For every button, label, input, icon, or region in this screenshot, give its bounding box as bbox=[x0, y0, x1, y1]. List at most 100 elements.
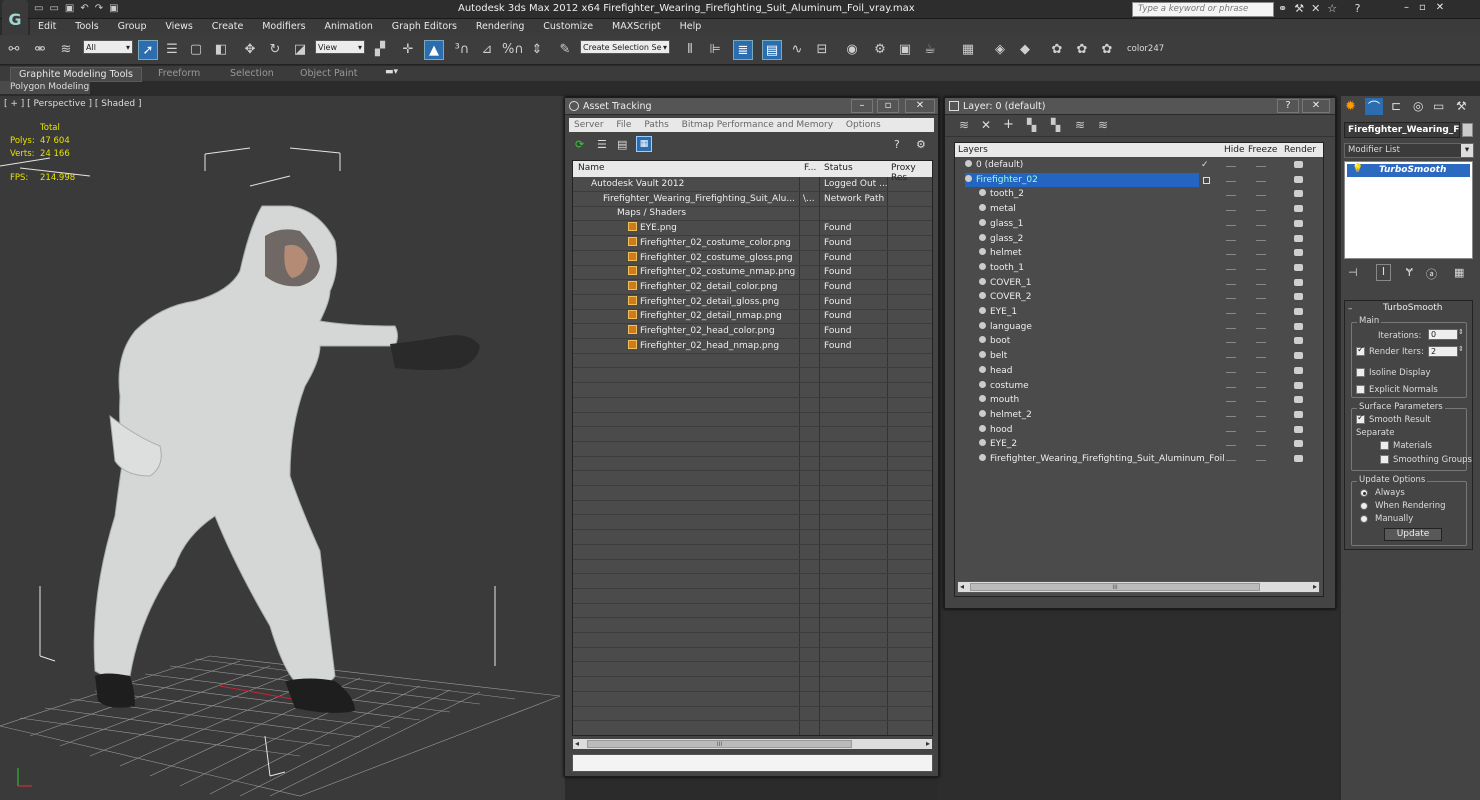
smoothing-groups-checkbox[interactable] bbox=[1380, 455, 1389, 464]
table-row[interactable]: Firefighter_02_costume_nmap.png Found bbox=[573, 265, 932, 281]
motion-tab-icon[interactable]: ◎ bbox=[1413, 99, 1423, 113]
column-layers[interactable]: Layers bbox=[958, 145, 988, 155]
create-tab-icon[interactable]: ✹ bbox=[1345, 99, 1356, 114]
scroll-left-icon[interactable]: ◂ bbox=[960, 582, 964, 591]
delete-layer-icon[interactable]: ✕ bbox=[981, 118, 991, 132]
freeze-toggle[interactable] bbox=[1256, 460, 1266, 461]
render-teapot-icon[interactable] bbox=[1294, 396, 1303, 404]
rectangular-selection-icon[interactable]: ▢ bbox=[186, 40, 206, 60]
chevron-down-icon[interactable]: ▾ bbox=[1461, 144, 1473, 157]
layer-row[interactable]: hood bbox=[955, 423, 1323, 438]
manually-radio[interactable] bbox=[1360, 515, 1368, 523]
minimize-icon[interactable]: – bbox=[851, 99, 873, 113]
vray-icon-1[interactable]: ▦ bbox=[958, 40, 978, 60]
column-name[interactable]: Name bbox=[578, 163, 605, 173]
layer-row[interactable]: glass_1 bbox=[955, 217, 1323, 232]
render-teapot-icon[interactable] bbox=[1294, 263, 1303, 271]
create-layer-icon[interactable]: ≋ bbox=[959, 118, 969, 132]
select-by-name-icon[interactable]: ☰ bbox=[162, 40, 182, 60]
freeze-all-layers-icon[interactable]: ≋ bbox=[1098, 118, 1108, 132]
graphite-toggle-icon[interactable]: ▤ bbox=[762, 40, 782, 60]
current-layer-box-icon[interactable] bbox=[1203, 176, 1210, 184]
menu-help[interactable]: Help bbox=[672, 19, 710, 34]
table-row[interactable]: Autodesk Vault 2012 Logged Out ... bbox=[573, 177, 932, 192]
asset-horizontal-scrollbar[interactable]: ◂ III ▸ bbox=[572, 738, 933, 750]
hide-toggle[interactable] bbox=[1226, 460, 1236, 461]
render-teapot-icon[interactable] bbox=[1294, 293, 1303, 301]
hide-toggle[interactable] bbox=[1226, 371, 1236, 373]
render-teapot-icon[interactable] bbox=[1294, 175, 1303, 183]
menu-modifiers[interactable]: Modifiers bbox=[254, 19, 313, 34]
vray-icon-2[interactable]: ◈ bbox=[990, 40, 1010, 60]
hide-toggle[interactable] bbox=[1226, 430, 1236, 432]
hide-toggle[interactable] bbox=[1226, 268, 1236, 270]
layer-row[interactable]: language bbox=[955, 320, 1323, 335]
render-teapot-icon[interactable] bbox=[1294, 410, 1303, 418]
hide-toggle[interactable] bbox=[1226, 298, 1236, 300]
explicit-normals-checkbox[interactable] bbox=[1356, 385, 1365, 394]
menu-create[interactable]: Create bbox=[204, 19, 252, 34]
perspective-viewport[interactable]: [ + ] [ Perspective ] [ Shaded ] Total P… bbox=[0, 96, 565, 800]
active-layer-check-icon[interactable]: ✓ bbox=[1201, 158, 1209, 172]
select-object-icon[interactable]: ➚ bbox=[138, 40, 158, 60]
freeze-toggle[interactable] bbox=[1256, 342, 1266, 344]
maximize-icon[interactable]: ▫ bbox=[877, 99, 899, 113]
menu-tools[interactable]: Tools bbox=[67, 19, 106, 34]
pin-stack-icon[interactable]: ⊣ bbox=[1348, 266, 1358, 279]
freeze-toggle[interactable] bbox=[1256, 283, 1266, 285]
freeze-toggle[interactable] bbox=[1256, 166, 1266, 167]
rollout-title[interactable]: TurboSmooth bbox=[1383, 303, 1442, 313]
spinner-arrows-icon[interactable]: ⇕ bbox=[1458, 345, 1464, 353]
table-row[interactable]: Firefighter_02_head_color.png Found bbox=[573, 324, 932, 339]
hide-toggle[interactable] bbox=[1226, 210, 1236, 212]
menu-group[interactable]: Group bbox=[110, 19, 155, 34]
refresh-icon[interactable]: ⟳ bbox=[575, 138, 584, 151]
scroll-right-icon[interactable]: ▸ bbox=[926, 739, 930, 748]
render-teapot-icon[interactable] bbox=[1294, 219, 1303, 227]
smooth-result-checkbox[interactable] bbox=[1356, 413, 1365, 424]
layer-row[interactable]: 0 (default) ✓ bbox=[955, 158, 1323, 173]
freeze-toggle[interactable] bbox=[1256, 210, 1266, 212]
menu-animation[interactable]: Animation bbox=[316, 19, 380, 34]
lightbulb-icon[interactable]: 💡 bbox=[1352, 164, 1363, 174]
freeze-toggle[interactable] bbox=[1256, 401, 1266, 403]
table-row[interactable]: Firefighter_02_detail_gloss.png Found bbox=[573, 295, 932, 310]
window-crossing-icon[interactable]: ◧ bbox=[211, 40, 231, 60]
freeze-toggle[interactable] bbox=[1256, 445, 1266, 447]
freeze-toggle[interactable] bbox=[1256, 195, 1266, 197]
isoline-display-checkbox[interactable] bbox=[1356, 368, 1365, 377]
schematic-view-icon[interactable]: ⊟ bbox=[812, 40, 832, 60]
column-render[interactable]: Render bbox=[1284, 145, 1316, 155]
help-icon[interactable]: ? bbox=[894, 138, 900, 151]
layer-row[interactable]: Firefighter_02 bbox=[955, 172, 1323, 188]
freeze-toggle[interactable] bbox=[1256, 386, 1266, 388]
freeze-toggle[interactable] bbox=[1256, 313, 1266, 314]
hide-toggle[interactable] bbox=[1226, 313, 1236, 314]
layer-row[interactable]: belt bbox=[955, 349, 1323, 364]
render-teapot-icon[interactable] bbox=[1294, 249, 1303, 257]
add-to-layer-icon[interactable]: + bbox=[1003, 117, 1014, 132]
hide-toggle[interactable] bbox=[1226, 327, 1236, 329]
freeze-toggle[interactable] bbox=[1256, 224, 1266, 226]
table-row[interactable]: Firefighter_02_head_nmap.png Found bbox=[573, 339, 932, 354]
asset-menu-options[interactable]: Options bbox=[841, 120, 886, 130]
hide-toggle[interactable] bbox=[1226, 166, 1236, 167]
materials-checkbox[interactable] bbox=[1380, 441, 1389, 450]
layer-row[interactable]: helmet bbox=[955, 246, 1323, 261]
column-status[interactable]: Status bbox=[824, 163, 853, 173]
vray-icon-6[interactable]: ✿ bbox=[1097, 40, 1117, 60]
layer-row[interactable]: COVER_1 bbox=[955, 276, 1323, 291]
bind-space-warp-icon[interactable]: ≋ bbox=[56, 40, 76, 60]
asset-menu-bitmap-performance[interactable]: Bitmap Performance and Memory bbox=[677, 120, 838, 130]
table-view-icon[interactable]: ▦ bbox=[636, 136, 652, 152]
render-iters-checkbox[interactable] bbox=[1356, 345, 1365, 356]
layer-row[interactable]: mouth bbox=[955, 393, 1323, 408]
always-radio[interactable] bbox=[1360, 489, 1368, 497]
layer-row[interactable]: COVER_2 bbox=[955, 290, 1323, 305]
edit-named-selection-icon[interactable]: ✎ bbox=[555, 40, 575, 60]
freeze-toggle[interactable] bbox=[1256, 327, 1266, 329]
table-row[interactable]: Firefighter_02_detail_nmap.png Found bbox=[573, 309, 932, 325]
render-setup-icon[interactable]: ⚙ bbox=[870, 40, 890, 60]
scroll-left-icon[interactable]: ◂ bbox=[575, 739, 579, 748]
modifier-stack-item-turbosmooth[interactable]: TurboSmooth bbox=[1347, 164, 1470, 177]
